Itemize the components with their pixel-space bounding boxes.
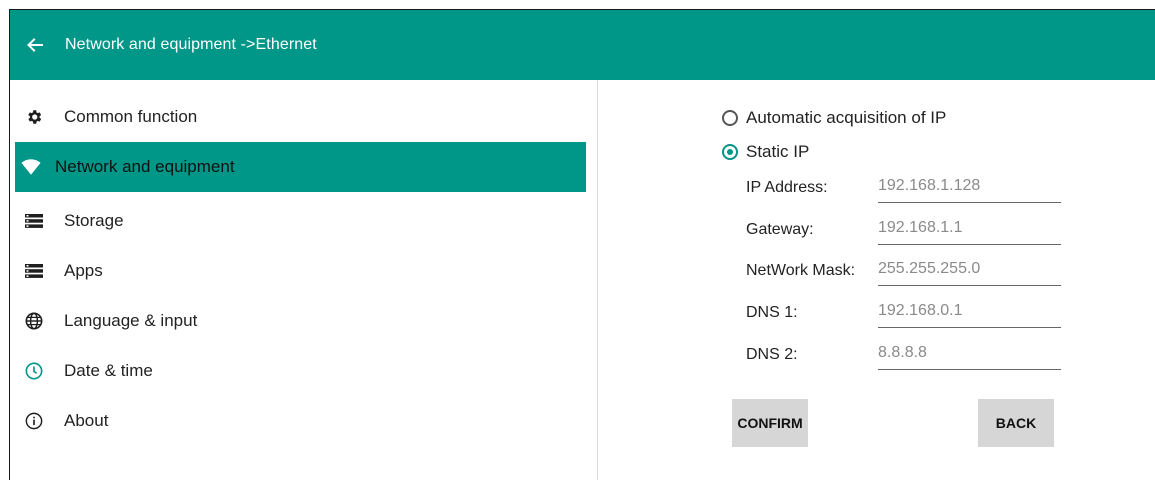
gear-icon <box>24 107 44 127</box>
dns1-label: DNS 1: <box>746 304 798 321</box>
network-mask-label: NetWork Mask: <box>746 262 856 279</box>
dns1-input[interactable]: 192.168.0.1 <box>878 301 1061 328</box>
window-frame: Network and equipment ->Ethernet Common … <box>9 9 1155 480</box>
radio-label: Automatic acquisition of IP <box>746 108 947 127</box>
sidebar-item-date-time[interactable]: Date & time <box>10 346 586 396</box>
sidebar-item-label: Common function <box>64 107 198 126</box>
sidebar-item-label: Storage <box>64 211 124 230</box>
ip-address-input[interactable]: 192.168.1.128 <box>878 176 1061 203</box>
page-title: Network and equipment ->Ethernet <box>65 36 317 53</box>
gateway-label: Gateway: <box>746 221 814 238</box>
sidebar: Common function Network and equipment St… <box>10 80 597 480</box>
sidebar-item-language[interactable]: Language & input <box>10 296 586 346</box>
sidebar-item-network[interactable]: Network and equipment <box>15 142 586 192</box>
radio-button[interactable] <box>722 144 738 160</box>
sidebar-item-apps[interactable]: Apps <box>10 246 586 296</box>
storage-icon <box>24 211 44 231</box>
radio-button[interactable] <box>722 110 738 126</box>
sidebar-item-label: Apps <box>64 261 103 280</box>
ip-address-label: IP Address: <box>746 179 828 196</box>
panel-divider <box>597 80 598 480</box>
radio-static-ip[interactable]: Static IP <box>722 142 809 162</box>
back-arrow-icon[interactable] <box>27 37 43 53</box>
wifi-icon <box>21 157 41 177</box>
sidebar-item-storage[interactable]: Storage <box>10 196 586 246</box>
sidebar-item-common-function[interactable]: Common function <box>10 92 586 142</box>
gateway-input[interactable]: 192.168.1.1 <box>878 218 1061 245</box>
clock-icon <box>24 361 44 381</box>
sidebar-item-about[interactable]: About <box>10 396 586 446</box>
sidebar-item-label: Network and equipment <box>55 157 235 176</box>
sidebar-item-label: Date & time <box>64 361 153 380</box>
dns2-label: DNS 2: <box>746 346 798 363</box>
confirm-button[interactable]: CONFIRM <box>732 399 808 447</box>
sidebar-item-label: About <box>64 411 109 430</box>
dns2-input[interactable]: 8.8.8.8 <box>878 343 1061 370</box>
globe-icon <box>24 311 44 331</box>
network-mask-input[interactable]: 255.255.255.0 <box>878 259 1061 286</box>
radio-automatic-ip[interactable]: Automatic acquisition of IP <box>722 108 946 128</box>
info-icon <box>24 411 44 431</box>
app-bar: Network and equipment ->Ethernet <box>10 10 1155 80</box>
sidebar-item-label: Language & input <box>64 311 198 330</box>
back-button[interactable]: BACK <box>978 399 1054 447</box>
apps-icon <box>24 261 44 281</box>
radio-label: Static IP <box>746 142 810 161</box>
